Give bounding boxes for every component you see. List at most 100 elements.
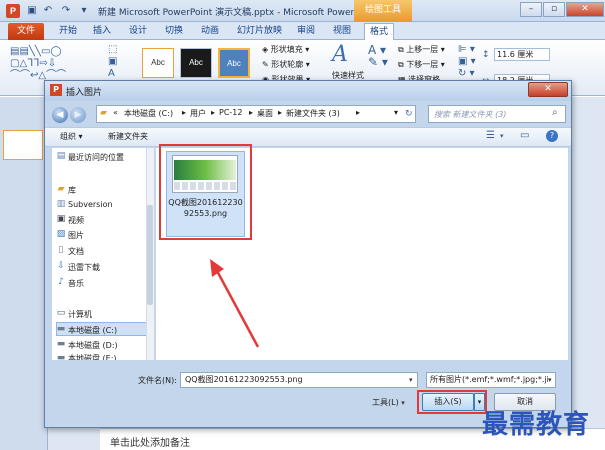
minimize-button[interactable]: – — [520, 2, 542, 17]
tab-view[interactable]: 视图 — [328, 23, 356, 40]
nav-scrollbar-thumb[interactable] — [147, 205, 153, 305]
customize-icon[interactable]: ▾ — [78, 5, 90, 17]
breadcrumb-sep: ▸ — [249, 108, 254, 117]
breadcrumb-folder[interactable]: 新建文件夹 (3) — [286, 108, 340, 119]
search-placeholder: 搜索 新建文件夹 (3) — [434, 110, 507, 119]
filename-value: QQ截图20161223092553.png — [185, 375, 303, 384]
video-icon: ▣ — [56, 214, 66, 224]
quick-styles-icon[interactable]: A — [332, 42, 348, 67]
align-icon[interactable]: ⊫ ▾ ▣ ▾ ↻ ▾ — [458, 44, 476, 80]
powerpoint-logo: P — [6, 4, 20, 18]
filename-dropdown-icon[interactable]: ▾ — [409, 376, 413, 384]
filetype-dropdown-icon[interactable]: ▾ — [548, 376, 552, 384]
shape-height-input[interactable]: 11.6 厘米 — [494, 48, 550, 61]
refresh-icon[interactable]: ↻ — [405, 106, 416, 122]
tab-transitions[interactable]: 切换 — [160, 23, 188, 40]
nav-item-recent[interactable]: 最近访问的位置 — [68, 152, 124, 163]
tab-review[interactable]: 审阅 — [292, 23, 320, 40]
nav-item-downloads[interactable]: 迅雷下载 — [68, 262, 100, 273]
recent-places-icon: ▤ — [56, 151, 66, 161]
edit-shape-icon[interactable]: ⬚ ▣ A — [108, 44, 117, 80]
shape-fill-button[interactable]: ◈ 形状填充 ▾ — [262, 44, 309, 55]
forward-icon[interactable]: ▶ — [70, 107, 86, 123]
nav-item-drive-c[interactable]: 本地磁盘 (C:) — [68, 325, 117, 336]
breadcrumb-drive-c[interactable]: 本地磁盘 (C:) — [124, 108, 173, 119]
insert-highlight-box — [417, 390, 487, 414]
picture-icon: ▨ — [56, 229, 66, 239]
preview-pane-icon[interactable]: ▭ — [520, 130, 529, 141]
bring-forward-button[interactable]: ⧉ 上移一层 ▾ — [398, 44, 445, 55]
address-dropdown-icon[interactable]: ▾ — [394, 108, 398, 117]
tab-design[interactable]: 设计 — [124, 23, 152, 40]
nav-item-computer[interactable]: 计算机 — [68, 309, 92, 320]
save-icon[interactable]: ▣ — [26, 5, 38, 17]
nav-item-drive-d[interactable]: 本地磁盘 (D:) — [68, 340, 118, 351]
breadcrumb-dropdown[interactable]: ▸ — [356, 108, 360, 117]
nav-item-drive-e[interactable]: 本地磁盘 (E:) — [68, 353, 117, 360]
breadcrumb-more[interactable]: « — [113, 108, 118, 117]
breadcrumb-pc12[interactable]: PC-12 — [219, 108, 242, 117]
maximize-button[interactable]: ▫ — [543, 2, 565, 17]
redo-icon[interactable]: ↷ — [60, 5, 72, 17]
shapes-gallery-icon[interactable]: ▤▤╲╲▭◯ ▢△ᒣᒣ⇨⇩ ⌒⌒↩△⌒⌒ — [10, 46, 66, 82]
tools-dropdown-icon: ▾ — [401, 399, 405, 407]
help-icon[interactable]: ? — [546, 130, 558, 142]
nav-item-subversion[interactable]: Subversion — [68, 200, 113, 209]
organize-button[interactable]: 组织 ▾ — [60, 131, 83, 142]
shape-style-3[interactable]: Abc — [218, 48, 250, 78]
nav-item-documents[interactable]: 文档 — [68, 246, 84, 257]
nav-item-library[interactable]: 库 — [68, 185, 76, 196]
view-options-icon[interactable]: ☰ — [486, 130, 495, 141]
slide-thumbnail[interactable] — [3, 130, 43, 160]
paint-bucket-icon: ◈ — [262, 45, 269, 54]
notes-placeholder: 单击此处添加备注 — [110, 438, 190, 449]
dialog-app-icon: P — [50, 84, 62, 96]
filetype-select[interactable]: 所有图片(*.emf;*.wmf;*.jpg;*.ji — [426, 372, 556, 388]
shape-style-1[interactable]: Abc — [142, 48, 174, 78]
shape-outline-button[interactable]: ✎ 形状轮廓 ▾ — [262, 59, 310, 70]
nav-item-video[interactable]: 视频 — [68, 215, 84, 226]
view-dropdown-icon[interactable]: ▾ — [500, 132, 504, 140]
window-title: 新建 Microsoft PowerPoint 演示文稿.pptx - Micr… — [98, 8, 377, 18]
filetype-value: 所有图片(*.emf;*.wmf;*.jpg;*.ji — [430, 375, 549, 384]
breadcrumb-desktop[interactable]: 桌面 — [257, 108, 273, 119]
tab-slideshow[interactable]: 幻灯片放映 — [232, 23, 287, 40]
shape-style-2[interactable]: Abc — [180, 48, 212, 78]
music-icon: ♪ — [58, 277, 64, 287]
folder-icon: ▰ — [100, 108, 107, 118]
drive-icon: ▬ — [56, 353, 66, 360]
tab-format[interactable]: 格式 — [364, 23, 395, 40]
tab-file[interactable]: 文件 — [8, 23, 45, 40]
pen-icon: ✎ — [262, 60, 269, 69]
search-icon[interactable]: ⌕ — [552, 107, 558, 118]
dialog-title: 插入图片 — [66, 88, 103, 98]
send-backward-button[interactable]: ⧉ 下移一层 ▾ — [398, 59, 445, 70]
close-window-button[interactable]: ✕ — [566, 2, 604, 17]
document-icon: ▯ — [58, 245, 64, 255]
breadcrumb-users[interactable]: 用户 — [190, 108, 206, 119]
new-folder-button[interactable]: 新建文件夹 — [108, 131, 148, 142]
breadcrumb-sep: ▸ — [211, 108, 216, 117]
tab-insert[interactable]: 插入 — [88, 23, 116, 40]
nav-item-music[interactable]: 音乐 — [68, 278, 84, 289]
text-fill-icon[interactable]: A ▾ ✎ ▾ — [368, 44, 388, 68]
tab-animations[interactable]: 动画 — [196, 23, 224, 40]
filename-label: 文件名(N): — [138, 376, 177, 385]
dialog-close-button[interactable]: ✕ — [528, 82, 568, 97]
library-icon: ▰ — [57, 184, 65, 194]
filename-input[interactable]: QQ截图20161223092553.png — [180, 372, 418, 388]
dialog-title-bar — [45, 81, 571, 101]
breadcrumb-sep: ▸ — [278, 108, 283, 117]
computer-icon: ▭ — [56, 308, 66, 318]
back-icon[interactable]: ◀ — [52, 107, 68, 123]
tab-home[interactable]: 开始 — [54, 23, 82, 40]
nav-item-pictures[interactable]: 图片 — [68, 230, 84, 241]
file-highlight-box — [159, 144, 252, 240]
subversion-icon: ▥ — [56, 199, 66, 209]
drawing-tools-header: 绘图工具 — [354, 0, 412, 22]
drive-icon: ▬ — [56, 324, 66, 334]
undo-icon[interactable]: ↶ — [42, 5, 54, 17]
tools-button[interactable]: 工具(L) ▾ — [372, 397, 405, 408]
watermark: 最需教育 — [482, 410, 591, 440]
breadcrumb-sep: ▸ — [182, 108, 187, 117]
